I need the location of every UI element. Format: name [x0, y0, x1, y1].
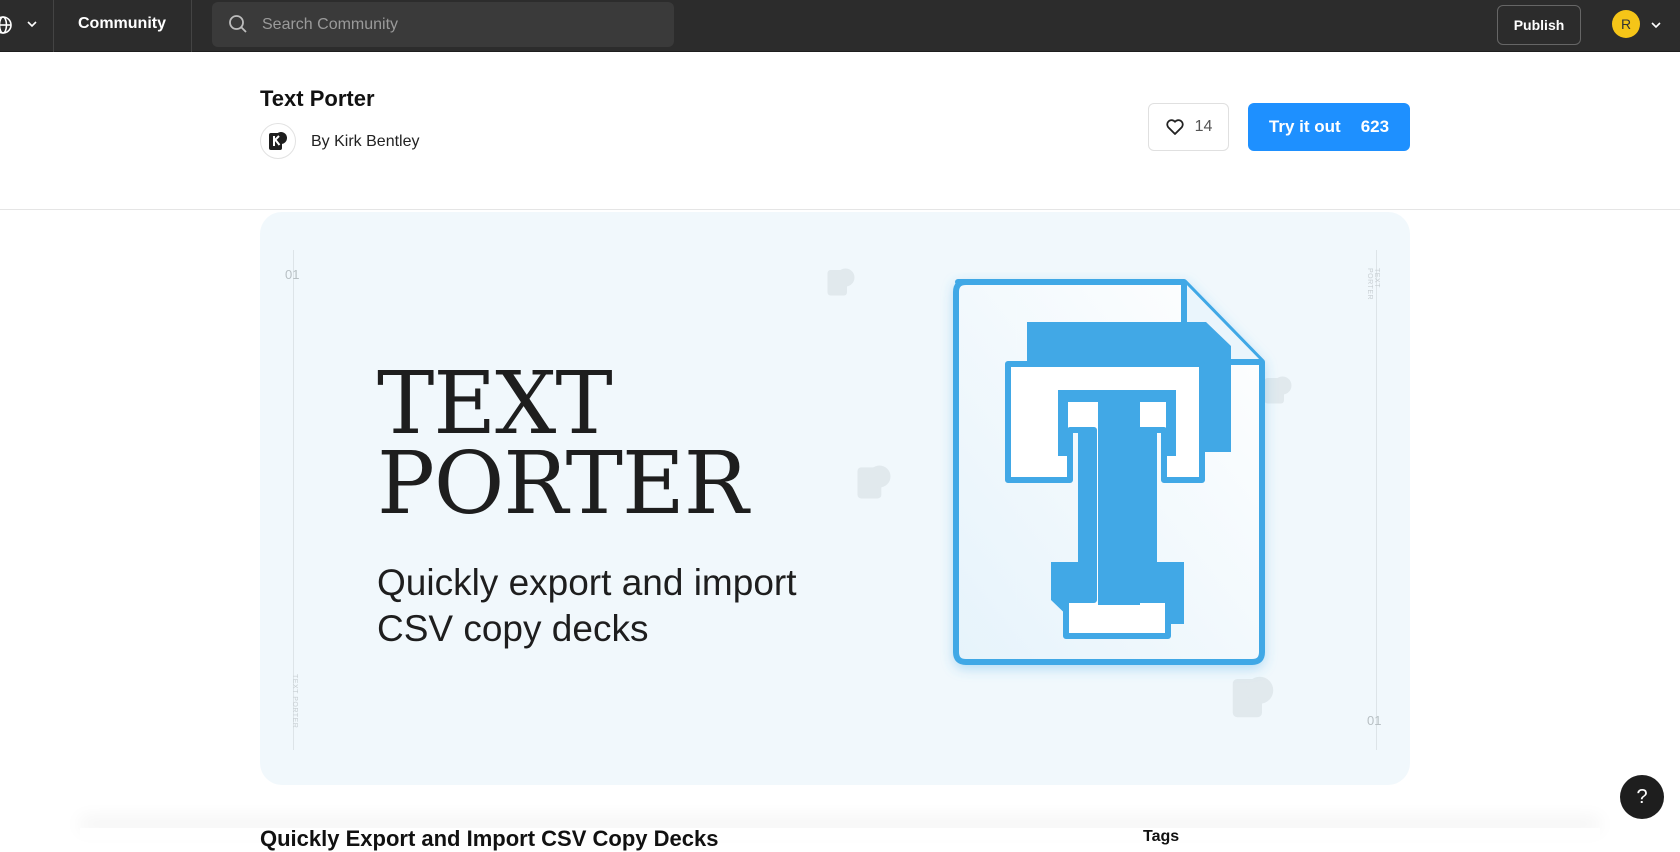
plugin-title: Text Porter: [260, 86, 375, 111]
hero-title-line: TEXT: [377, 354, 613, 454]
hero-subtitle: Quickly export and import CSV copy decks: [377, 560, 797, 652]
search-icon: [229, 15, 247, 33]
k-logo-icon: [269, 132, 287, 150]
hero-subtitle-line: CSV copy decks: [377, 608, 649, 649]
hero-title-line: PORTER: [377, 434, 749, 534]
try-it-out-button[interactable]: Try it out 623: [1248, 103, 1410, 151]
hero-subtitle-line: Quickly export and import: [377, 562, 797, 603]
avatar[interactable]: R: [1612, 10, 1640, 38]
divider: [53, 0, 54, 52]
search-box[interactable]: [212, 2, 674, 47]
k-logo-icon: [857, 465, 891, 499]
plugin-header: Text Porter By Kirk Bentley 14 Try it ou…: [0, 52, 1680, 210]
top-bar: Community Publish R: [0, 0, 1680, 52]
description-heading: Quickly Export and Import CSV Copy Decks: [260, 826, 719, 851]
search-input[interactable]: [262, 2, 662, 47]
k-logo-icon: [827, 268, 855, 296]
author-avatar[interactable]: [260, 123, 296, 159]
document-t-icon: [953, 279, 1265, 665]
chevron-down-icon[interactable]: [1650, 19, 1662, 31]
tick-label-top: 01: [285, 267, 300, 282]
help-button[interactable]: ?: [1620, 775, 1664, 819]
community-link[interactable]: Community: [78, 15, 166, 33]
divider: [191, 0, 192, 52]
tags-heading: Tags: [1143, 828, 1180, 845]
publish-button[interactable]: Publish: [1497, 5, 1581, 45]
guide-line: [1376, 250, 1377, 750]
heart-icon: [1165, 119, 1184, 135]
globe-icon[interactable]: [0, 14, 14, 36]
hero-title: TEXT PORTER: [377, 354, 749, 534]
hero-cover-image: 01 01 TEXT PORTER TEXT PORTER TEXT PORTE…: [260, 212, 1410, 785]
try-count: 623: [1360, 117, 1390, 136]
try-label: Try it out: [1268, 117, 1341, 136]
like-count: 14: [1194, 118, 1213, 135]
tick-label-bottom: 01: [1367, 713, 1382, 728]
like-button[interactable]: 14: [1148, 103, 1229, 151]
chevron-down-icon[interactable]: [26, 18, 38, 30]
side-label: TEXT PORTER: [1366, 268, 1380, 301]
side-label: TEXT PORTER: [291, 674, 298, 729]
author-link[interactable]: By Kirk Bentley: [311, 133, 419, 151]
help-icon: ?: [1636, 785, 1648, 808]
